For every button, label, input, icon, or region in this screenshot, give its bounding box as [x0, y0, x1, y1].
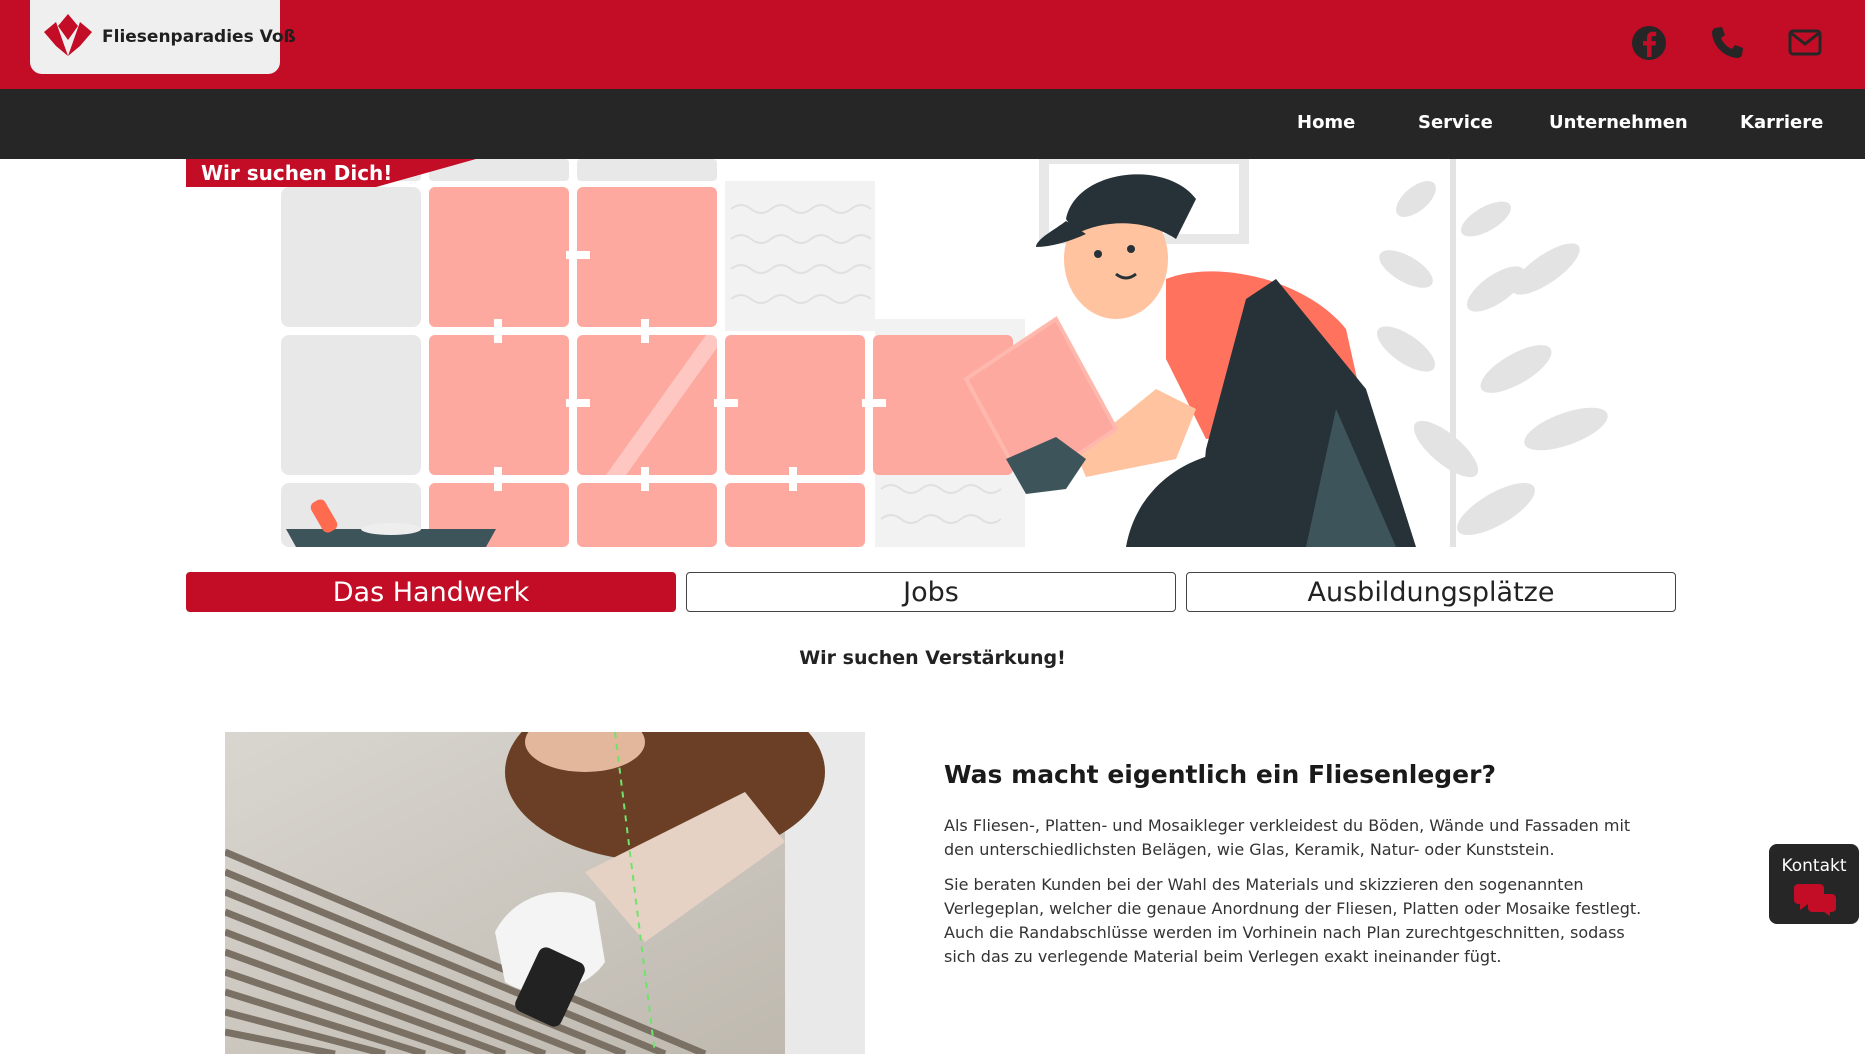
- article-title: Was macht eigentlich ein Fliesenleger?: [944, 760, 1496, 789]
- mail-icon[interactable]: [1784, 22, 1826, 64]
- hero-illustration: [281, 159, 1608, 547]
- nav-item-home[interactable]: Home: [1297, 112, 1355, 133]
- brand-name: Fliesenparadies Voß: [102, 27, 296, 47]
- plant-illustration: [1377, 159, 1608, 547]
- logo-icon: [44, 14, 92, 56]
- chat-icon: [1794, 884, 1836, 916]
- tab-ausbildungsplaetze[interactable]: Ausbildungsplätze: [1186, 572, 1676, 612]
- tab-das-handwerk[interactable]: Das Handwerk: [186, 572, 676, 612]
- nav-item-service[interactable]: Service: [1418, 112, 1493, 133]
- article-paragraph-2: Sie beraten Kunden bei der Wahl des Mate…: [944, 875, 1642, 966]
- hiring-ribbon-text: Wir suchen Dich!: [201, 161, 393, 185]
- worker-illustration: [963, 174, 1416, 547]
- contact-widget-button[interactable]: Kontakt: [1769, 844, 1859, 924]
- nav-item-karriere[interactable]: Karriere: [1740, 112, 1823, 133]
- section-subheading: Wir suchen Verstärkung!: [799, 647, 1066, 669]
- contact-label: Kontakt: [1781, 856, 1847, 876]
- phone-icon[interactable]: [1706, 22, 1748, 64]
- article-paragraph-1: Als Fliesen-, Platten- und Mosaikleger v…: [944, 816, 1631, 859]
- tiler-photo: [225, 732, 865, 1054]
- facebook-icon[interactable]: [1628, 22, 1670, 64]
- top-bar: Fliesenparadies Voß: [0, 0, 1865, 89]
- brand-logo-link[interactable]: Fliesenparadies Voß: [30, 0, 296, 74]
- main-navigation: Home Service Unternehmen Karriere: [0, 89, 1865, 159]
- tab-jobs[interactable]: Jobs: [686, 572, 1176, 612]
- nav-item-unternehmen[interactable]: Unternehmen: [1549, 112, 1688, 133]
